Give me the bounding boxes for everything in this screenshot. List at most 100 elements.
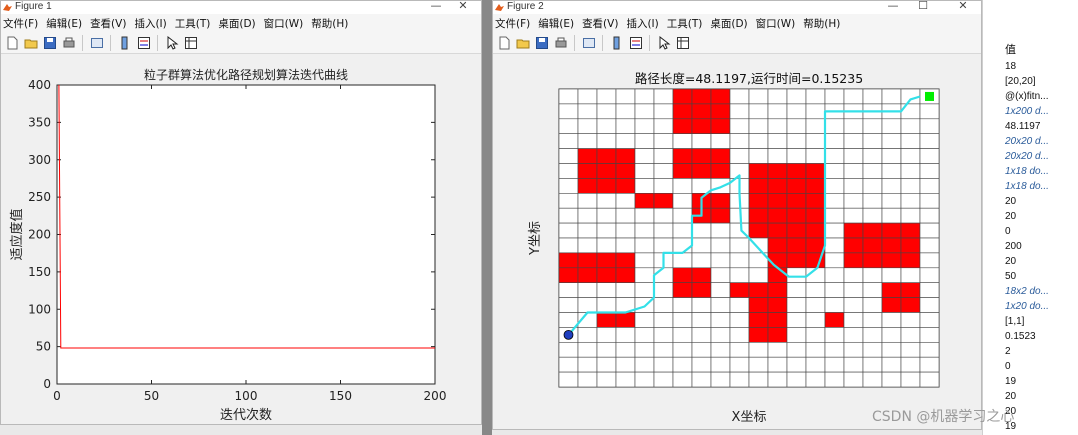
save-icon[interactable]	[533, 34, 550, 51]
free-cell	[653, 222, 674, 239]
workspace-value-header[interactable]: 值	[1005, 41, 1016, 57]
menu-view[interactable]: 查看(V)	[90, 16, 126, 31]
workspace-value[interactable]: 1x20 do...	[1005, 299, 1078, 314]
free-cell	[596, 341, 617, 358]
workspace-value[interactable]: 18	[1005, 59, 1078, 74]
workspace-value[interactable]: 48.1197	[1005, 119, 1078, 134]
menu-desktop[interactable]: 桌面(D)	[218, 16, 255, 31]
new-figure-icon[interactable]	[495, 34, 512, 51]
workspace-value[interactable]: @(x)fitn...	[1005, 89, 1078, 104]
workspace-value[interactable]: 200	[1005, 239, 1078, 254]
watermark: CSDN @机器学习之心	[872, 409, 1015, 425]
menu-file[interactable]: 文件(F)	[3, 16, 38, 31]
pointer-icon[interactable]	[655, 34, 672, 51]
free-cell	[577, 327, 598, 343]
workspace-value[interactable]: 20	[1005, 254, 1078, 269]
workspace-value[interactable]: 20	[1005, 194, 1078, 209]
pointer-icon[interactable]	[163, 34, 180, 51]
free-cell	[672, 341, 693, 358]
workspace-value[interactable]: 20x20 d...	[1005, 134, 1078, 149]
workspace-value[interactable]: 19	[1005, 419, 1078, 434]
open-file-icon[interactable]	[514, 34, 531, 51]
maximize-button[interactable]: ☐	[908, 1, 938, 13]
property-editor-icon[interactable]	[674, 34, 691, 51]
y-tick-label: 350	[28, 115, 51, 129]
menu-tools[interactable]: 工具(T)	[175, 16, 211, 31]
workspace-value[interactable]: 0	[1005, 224, 1078, 239]
colorbar-icon[interactable]	[116, 34, 133, 51]
figure-1-titlebar[interactable]: Figure 1 — ✕	[1, 1, 481, 14]
print-icon[interactable]	[60, 34, 77, 51]
free-cell	[653, 282, 674, 298]
free-cell	[748, 103, 769, 120]
workspace-value[interactable]: 20	[1005, 389, 1078, 404]
open-file-icon[interactable]	[22, 34, 39, 51]
obstacle-cell	[596, 163, 617, 179]
workspace-value[interactable]: 19	[1005, 374, 1078, 389]
close-button[interactable]: ✕	[448, 1, 478, 13]
free-cell	[881, 193, 902, 209]
free-cell	[691, 222, 712, 239]
link-plot-icon[interactable]	[580, 34, 597, 51]
figure-1-window: Figure 1 — ✕ 文件(F) 编辑(E) 查看(V) 插入(I) 工具(…	[0, 0, 482, 425]
free-cell	[748, 267, 769, 284]
workspace-value[interactable]: 1x18 do...	[1005, 164, 1078, 179]
workspace-value[interactable]: 2	[1005, 344, 1078, 359]
workspace-value[interactable]: 50	[1005, 269, 1078, 284]
minimize-button[interactable]: —	[878, 1, 908, 13]
menu-tools[interactable]: 工具(T)	[667, 16, 703, 31]
menu-view[interactable]: 查看(V)	[582, 16, 618, 31]
menu-edit[interactable]: 编辑(E)	[538, 16, 574, 31]
free-cell	[786, 118, 807, 134]
menu-insert[interactable]: 插入(I)	[134, 16, 166, 31]
print-icon[interactable]	[552, 34, 569, 51]
workspace-value[interactable]: 20	[1005, 404, 1078, 419]
free-cell	[862, 193, 883, 209]
workspace-value[interactable]: 1x200 d...	[1005, 104, 1078, 119]
menu-edit[interactable]: 编辑(E)	[46, 16, 82, 31]
close-button[interactable]: ✕	[948, 1, 978, 13]
workspace-value[interactable]: 0	[1005, 359, 1078, 374]
free-cell	[900, 118, 921, 134]
free-cell	[824, 297, 845, 313]
free-cell	[805, 133, 826, 149]
menu-desktop[interactable]: 桌面(D)	[710, 16, 747, 31]
figure-2-titlebar[interactable]: Figure 2 — ☐ ✕	[493, 1, 981, 14]
obstacle-cell	[710, 148, 731, 164]
workspace-value[interactable]: 1x18 do...	[1005, 179, 1078, 194]
new-figure-icon[interactable]	[3, 34, 20, 51]
menu-file[interactable]: 文件(F)	[495, 16, 530, 31]
free-cell	[653, 163, 674, 179]
free-cell	[577, 297, 598, 313]
link-plot-icon[interactable]	[88, 34, 105, 51]
free-cell	[805, 327, 826, 343]
path-planning-grid-chart: 路径长度=48.1197,运行时间=0.15235 X坐标 Y坐标	[528, 71, 940, 425]
obstacle-cell	[748, 207, 769, 224]
free-cell	[919, 341, 940, 358]
workspace-value[interactable]: [1,1]	[1005, 314, 1078, 329]
free-cell	[919, 178, 940, 194]
menu-window[interactable]: 窗口(W)	[264, 16, 304, 31]
workspace-value[interactable]: 20	[1005, 209, 1078, 224]
menu-help[interactable]: 帮助(H)	[311, 16, 348, 31]
save-icon[interactable]	[41, 34, 58, 51]
free-cell	[691, 371, 712, 388]
free-cell	[710, 178, 731, 194]
menu-insert[interactable]: 插入(I)	[626, 16, 658, 31]
obstacle-cell	[843, 237, 864, 254]
free-cell	[843, 267, 864, 284]
free-cell	[672, 133, 693, 149]
menu-help[interactable]: 帮助(H)	[803, 16, 840, 31]
obstacle-cell	[748, 163, 769, 179]
workspace-value[interactable]: 0.1523	[1005, 329, 1078, 344]
workspace-value[interactable]: 20x20 d...	[1005, 149, 1078, 164]
colorbar-icon[interactable]	[608, 34, 625, 51]
legend-icon[interactable]	[135, 34, 152, 51]
workspace-value[interactable]: 18x2 do...	[1005, 284, 1078, 299]
legend-icon[interactable]	[627, 34, 644, 51]
minimize-button[interactable]: —	[421, 1, 451, 13]
menu-window[interactable]: 窗口(W)	[756, 16, 796, 31]
free-cell	[558, 118, 579, 134]
workspace-value[interactable]: [20,20]	[1005, 74, 1078, 89]
property-editor-icon[interactable]	[182, 34, 199, 51]
